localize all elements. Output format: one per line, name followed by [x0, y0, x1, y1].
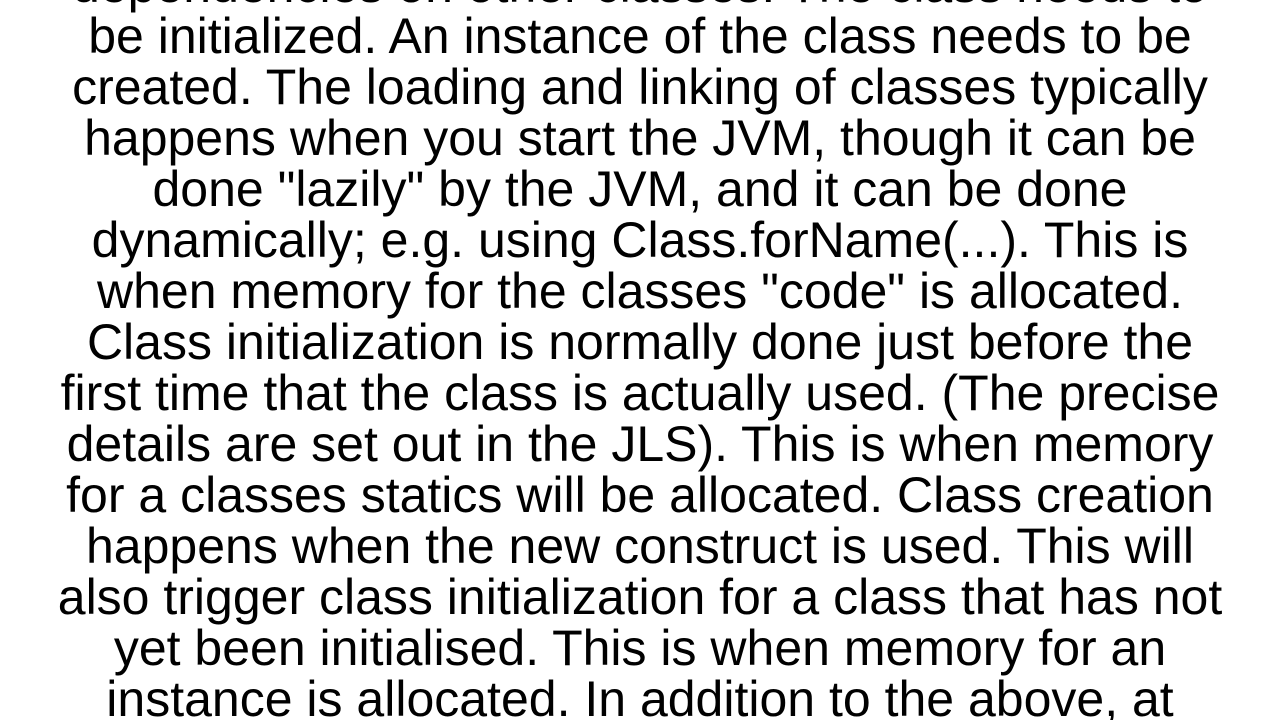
- document-body-text: dependencies on other classes. The class…: [0, 0, 1280, 720]
